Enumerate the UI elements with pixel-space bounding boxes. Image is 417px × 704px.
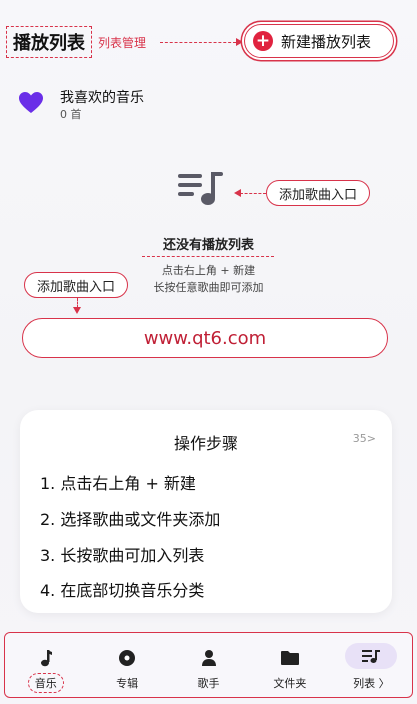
nav-tab-album[interactable]: 专辑 [86, 633, 167, 697]
person-icon [197, 647, 221, 669]
steps-card: 操作步骤 35> 1. 点击右上角 + 新建 2. 选择歌曲或文件夹添加 3. … [20, 410, 392, 613]
step-item: 4. 在底部切换音乐分类 [40, 581, 205, 600]
playlist-icon [345, 643, 398, 669]
nav-label: 文件夹 [273, 677, 307, 690]
nav-tab-folder[interactable]: 文件夹 [249, 633, 330, 697]
album-disc-icon [115, 647, 139, 669]
annotation-connector [160, 42, 236, 43]
step-item: 2. 选择歌曲或文件夹添加 [40, 510, 221, 529]
new-playlist-button[interactable]: + 新建播放列表 [244, 24, 394, 58]
nav-tab-artist[interactable]: 歌手 [168, 633, 249, 697]
add-song-entry-annotation: 添加歌曲入口 [266, 180, 371, 206]
empty-state-title: 还没有播放列表 [162, 238, 254, 253]
new-playlist-label: 新建播放列表 [281, 32, 372, 51]
folder-icon [278, 647, 302, 669]
nav-tab-music[interactable]: 音乐 [5, 633, 86, 697]
annotation-arrow [236, 38, 243, 46]
step-item: 1. 点击右上角 + 新建 [40, 474, 196, 493]
favorites-title[interactable]: 我喜欢的音乐 [60, 87, 144, 107]
nav-label: 专辑 [116, 677, 139, 690]
music-note-icon [34, 647, 58, 669]
add-song-entry-annotation-left: 添加歌曲入口 [24, 272, 129, 298]
step-item: 3. 长按歌曲可加入列表 [40, 546, 205, 565]
nav-label: 列表 〉 [353, 677, 390, 690]
plus-icon: + [253, 31, 273, 51]
annotation-divider [142, 256, 274, 257]
nav-label: 歌手 [197, 677, 220, 690]
favorites-count: 0 首 [60, 108, 82, 121]
watermark-url: www.qt6.com [22, 318, 388, 358]
annotation-connector [240, 193, 266, 194]
list-management-annotation: 列表管理 [98, 36, 147, 50]
bottom-nav: 音乐 专辑 歌手 文件夹 列表 〉 [4, 632, 413, 698]
playlist-add-icon[interactable] [178, 168, 228, 208]
page-title: 播放列表 [6, 26, 92, 58]
heart-icon[interactable] [18, 92, 44, 114]
nav-label: 音乐 [27, 673, 64, 693]
steps-title: 操作步骤 [173, 434, 238, 453]
nav-tab-playlist[interactable]: 列表 〉 [331, 633, 412, 697]
steps-badge: 35> [352, 432, 376, 445]
annotation-arrow [73, 307, 81, 314]
